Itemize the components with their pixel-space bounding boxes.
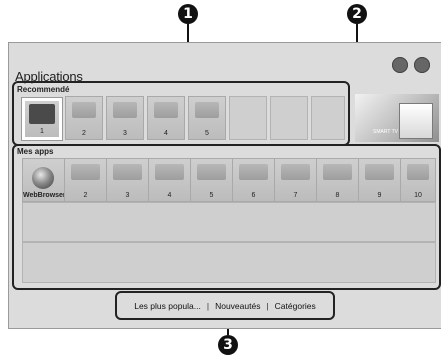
bottom-menu: Les plus popula... | Nouveautés | Catégo… — [115, 291, 335, 320]
tile-number: 4 — [164, 130, 168, 137]
app-thumbnail — [407, 164, 429, 180]
tile-number: 1 — [40, 128, 44, 135]
my-apps-empty-row — [22, 242, 436, 283]
recommended-tile-3[interactable]: 3 — [106, 96, 144, 140]
my-apps-label: Mes apps — [17, 147, 54, 156]
app-thumbnail — [155, 164, 184, 180]
tile-number: 10 — [414, 192, 422, 199]
app-thumbnail — [323, 164, 352, 180]
app-thumbnail — [29, 104, 55, 124]
recommended-tile-1[interactable]: 1 — [22, 98, 62, 140]
menu-item-new[interactable]: Nouveautés — [215, 301, 260, 311]
app-thumbnail — [72, 102, 96, 118]
recommended-label: Recommendé — [17, 85, 70, 94]
recommended-tile-2[interactable]: 2 — [65, 96, 103, 140]
app-thumbnail — [239, 164, 268, 180]
app-thumbnail — [197, 164, 226, 180]
tile-number: 2 — [83, 192, 88, 199]
recommended-empty-slot — [270, 96, 308, 140]
app-name: WebBrowser — [23, 192, 66, 199]
app-thumbnail — [113, 164, 142, 180]
tile-number: 4 — [167, 192, 172, 199]
menu-item-popular[interactable]: Les plus popula... — [134, 301, 201, 311]
callout-1: 1 — [178, 4, 198, 24]
recommended-tile-4[interactable]: 4 — [147, 96, 185, 140]
smart-tv-promo-banner[interactable]: SMART TV — [355, 94, 439, 142]
menu-separator: | — [206, 300, 210, 311]
app-tile-10[interactable]: 10 — [400, 158, 436, 202]
app-thumbnail — [71, 164, 100, 180]
my-apps-empty-row — [22, 202, 436, 242]
search-icon[interactable] — [414, 57, 430, 73]
app-tile-webbrowser[interactable]: WebBrowser — [22, 158, 66, 202]
app-thumbnail — [154, 102, 178, 118]
app-thumbnail — [365, 164, 394, 180]
tile-number: 9 — [377, 192, 382, 199]
tile-number: 3 — [123, 130, 127, 137]
tile-number: 8 — [335, 192, 340, 199]
app-tile-9[interactable]: 9 — [358, 158, 401, 202]
app-tile-4[interactable]: 4 — [148, 158, 191, 202]
app-tile-7[interactable]: 7 — [274, 158, 317, 202]
globe-icon — [32, 167, 54, 189]
tile-number: 7 — [293, 192, 298, 199]
app-tile-5[interactable]: 5 — [190, 158, 233, 202]
recommended-empty-slot — [229, 96, 267, 140]
app-thumbnail — [113, 102, 137, 118]
tile-number: 2 — [82, 130, 86, 137]
menu-item-categories[interactable]: Catégories — [275, 301, 316, 311]
tile-number: 5 — [209, 192, 214, 199]
user-icon[interactable] — [392, 57, 408, 73]
cube-icon — [399, 103, 433, 139]
app-thumbnail — [281, 164, 310, 180]
recommended-tile-5[interactable]: 5 — [188, 96, 226, 140]
app-tile-8[interactable]: 8 — [316, 158, 359, 202]
app-tile-2[interactable]: 2 — [64, 158, 107, 202]
app-tile-6[interactable]: 6 — [232, 158, 275, 202]
tile-number: 6 — [251, 192, 256, 199]
tile-number: 3 — [125, 192, 130, 199]
tile-number: 5 — [205, 130, 209, 137]
app-thumbnail — [195, 102, 219, 118]
app-tile-3[interactable]: 3 — [106, 158, 149, 202]
recommended-empty-slot — [311, 96, 345, 140]
promo-text: SMART TV — [373, 129, 399, 135]
callout-3: 3 — [218, 335, 238, 355]
menu-separator: | — [266, 300, 269, 311]
callout-2: 2 — [347, 4, 367, 24]
